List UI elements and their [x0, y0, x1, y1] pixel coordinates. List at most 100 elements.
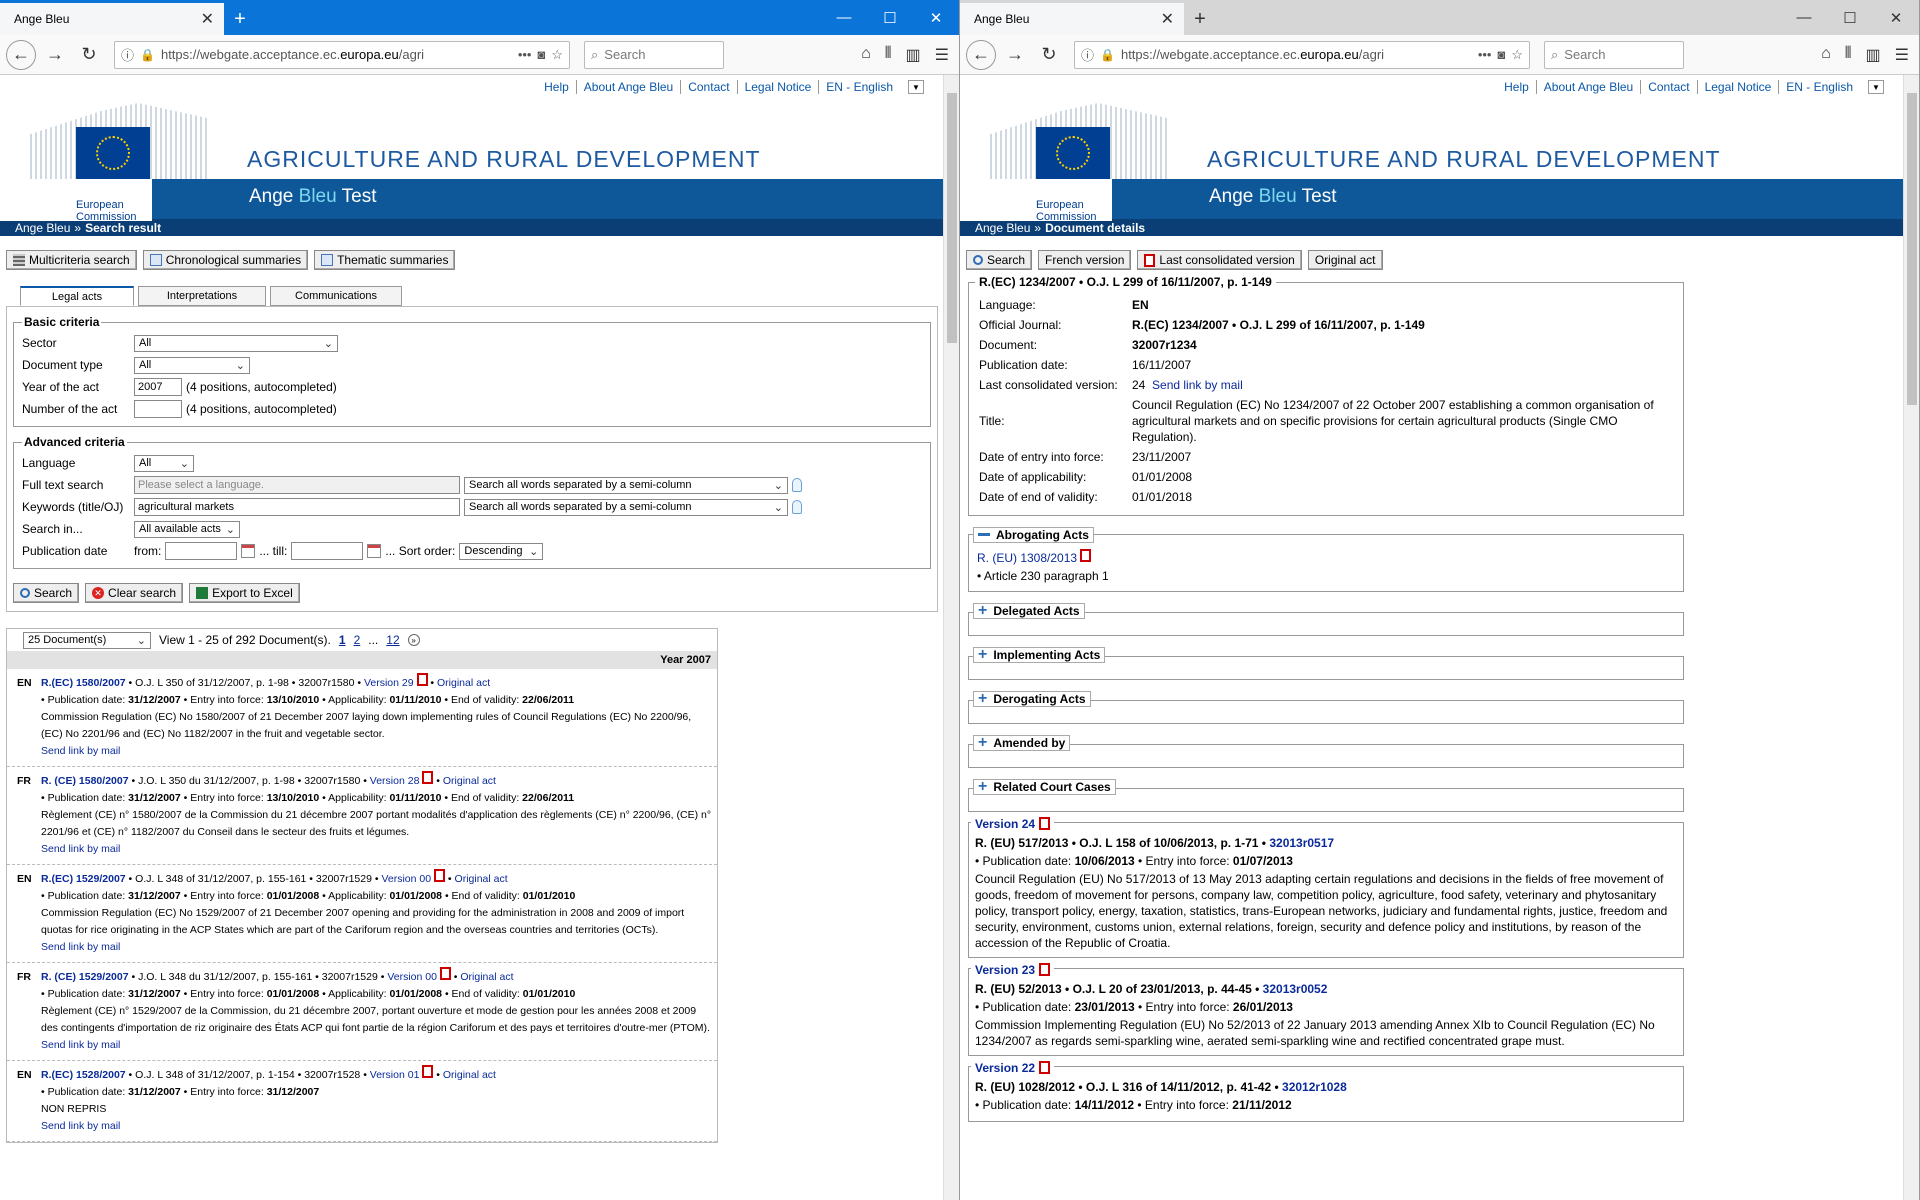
breadcrumb-home[interactable]: Ange Bleu — [15, 221, 70, 235]
close-tab-icon[interactable]: ✕ — [1161, 9, 1174, 29]
document-type-select[interactable]: All — [134, 356, 250, 374]
info-icon[interactable]: ⓘ — [1081, 45, 1094, 64]
forward-icon[interactable]: → — [40, 40, 70, 70]
result-original-act-link[interactable]: Original act — [460, 971, 513, 983]
section-toggle[interactable]: + Implementing Acts — [973, 646, 1106, 663]
pdf-icon[interactable] — [1080, 548, 1092, 562]
keywords-mode-select[interactable]: Search all words separated by a semi-col… — [464, 498, 788, 516]
minimize-icon[interactable]: — — [1781, 0, 1827, 35]
pdf-icon[interactable] — [422, 771, 434, 784]
language-dropdown-icon[interactable]: ▼ — [908, 80, 924, 94]
library-icon[interactable]: ⫴ — [885, 45, 892, 65]
result-version-link[interactable]: Version 29 — [364, 677, 414, 689]
vertical-scrollbar[interactable] — [1903, 75, 1919, 1200]
legal-notice-link[interactable]: Legal Notice — [1696, 80, 1779, 94]
close-window-icon[interactable]: ✕ — [913, 0, 959, 35]
contact-link[interactable]: Contact — [1640, 80, 1696, 94]
result-reference-link[interactable]: R.(EC) 1580/2007 — [41, 677, 126, 689]
search-box[interactable]: ⌕ Search — [584, 40, 724, 69]
language-dropdown-icon[interactable]: ▼ — [1868, 80, 1884, 94]
section-toggle[interactable]: + Derogating Acts — [973, 690, 1091, 707]
send-link-by-mail[interactable]: Send link by mail — [1152, 378, 1243, 392]
pdf-icon[interactable] — [1039, 963, 1051, 976]
hint-bulb-icon[interactable] — [792, 478, 802, 492]
full-text-mode-select[interactable]: Search all words separated by a semi-col… — [464, 476, 788, 494]
clear-search-button[interactable]: ✕ Clear search — [85, 583, 184, 603]
version-link[interactable]: Version 23 — [975, 962, 1035, 978]
browser-tab[interactable]: Ange Bleu ✕ — [960, 3, 1184, 35]
sort-order-select[interactable]: Descending — [459, 542, 544, 560]
menu-icon[interactable]: ☰ — [1895, 45, 1909, 65]
about-link[interactable]: About Ange Bleu — [575, 80, 680, 94]
tab-communications[interactable]: Communications — [270, 286, 402, 306]
export-excel-button[interactable]: Export to Excel — [189, 583, 300, 603]
french-version-button[interactable]: French version — [1038, 250, 1132, 270]
page-2-link[interactable]: 2 — [354, 633, 361, 647]
scrollbar-thumb[interactable] — [947, 93, 957, 343]
close-tab-icon[interactable]: ✕ — [201, 9, 214, 29]
pdf-icon[interactable] — [416, 673, 428, 686]
legal-notice-link[interactable]: Legal Notice — [736, 80, 819, 94]
version-link[interactable]: Version 22 — [975, 1060, 1035, 1076]
original-act-button[interactable]: Original act — [1307, 250, 1383, 270]
breadcrumb-home[interactable]: Ange Bleu — [975, 221, 1030, 235]
close-window-icon[interactable]: ✕ — [1873, 0, 1919, 35]
language-select[interactable]: All — [134, 454, 194, 472]
full-text-input[interactable]: Please select a language. — [134, 476, 460, 494]
number-input[interactable] — [134, 400, 182, 418]
result-version-link[interactable]: Version 01 — [370, 1069, 420, 1081]
result-send-link[interactable]: Send link by mail — [41, 1039, 120, 1051]
celex-link[interactable]: 32013r0052 — [1263, 982, 1328, 996]
url-bar[interactable]: ⓘ 🔒 https://webgate.acceptance.ec.europa… — [1074, 40, 1530, 69]
pdf-icon[interactable] — [1039, 1061, 1051, 1074]
year-input[interactable]: 2007 — [134, 378, 182, 396]
result-send-link[interactable]: Send link by mail — [41, 745, 120, 757]
per-page-select[interactable]: 25 Document(s) — [23, 631, 151, 649]
version-link[interactable]: Version 24 — [975, 816, 1035, 832]
bookmark-star-icon[interactable]: ☆ — [551, 47, 563, 63]
bookmark-star-icon[interactable]: ☆ — [1511, 47, 1523, 63]
page-1-link[interactable]: 1 — [339, 633, 346, 647]
hint-bulb-icon[interactable] — [792, 500, 802, 514]
date-from-input[interactable] — [165, 542, 238, 560]
section-toggle[interactable]: + Related Court Cases — [973, 778, 1116, 795]
result-send-link[interactable]: Send link by mail — [41, 1120, 120, 1132]
result-version-link[interactable]: Version 28 — [370, 775, 420, 787]
section-toggle[interactable]: + Amended by — [973, 734, 1071, 751]
menu-icon[interactable]: ☰ — [935, 45, 949, 65]
result-original-act-link[interactable]: Original act — [443, 1069, 496, 1081]
forward-icon[interactable]: → — [1000, 40, 1030, 70]
result-reference-link[interactable]: R. (CE) 1529/2007 — [41, 971, 129, 983]
page-actions-icon[interactable]: ••• — [1478, 47, 1492, 62]
search-button[interactable]: Search — [13, 583, 80, 603]
pdf-icon[interactable] — [439, 967, 451, 980]
sector-select[interactable]: All — [134, 334, 338, 352]
maximize-icon[interactable]: ☐ — [1827, 0, 1873, 35]
back-icon[interactable]: ← — [966, 39, 996, 70]
next-page-icon[interactable]: » — [407, 634, 420, 646]
abrogating-acts-toggle[interactable]: Abrogating Acts — [973, 526, 1094, 543]
pocket-icon[interactable]: ◙ — [537, 47, 545, 62]
sidebar-icon[interactable]: ▥ — [1866, 45, 1881, 65]
home-icon[interactable]: ⌂ — [861, 45, 871, 65]
date-till-input[interactable] — [291, 542, 364, 560]
page-actions-icon[interactable]: ••• — [518, 47, 532, 62]
abrogating-act-link[interactable]: R. (EU) 1308/2013 — [977, 551, 1077, 565]
pdf-icon[interactable] — [1039, 817, 1051, 830]
about-link[interactable]: About Ange Bleu — [1535, 80, 1640, 94]
help-link[interactable]: Help — [1497, 80, 1536, 94]
browser-tab[interactable]: Ange Bleu ✕ — [0, 3, 224, 35]
calendar-icon[interactable] — [367, 544, 382, 558]
reload-icon[interactable]: ↻ — [74, 40, 104, 70]
sidebar-icon[interactable]: ▥ — [906, 45, 921, 65]
section-toggle[interactable]: + Delegated Acts — [973, 602, 1085, 619]
result-send-link[interactable]: Send link by mail — [41, 843, 120, 855]
language-link[interactable]: EN - English — [818, 80, 900, 94]
tab-legal-acts[interactable]: Legal acts — [20, 286, 134, 306]
maximize-icon[interactable]: ☐ — [867, 0, 913, 35]
help-link[interactable]: Help — [537, 80, 576, 94]
search-button[interactable]: Search — [966, 250, 1033, 270]
result-original-act-link[interactable]: Original act — [437, 677, 490, 689]
page-12-link[interactable]: 12 — [386, 633, 399, 647]
new-tab-icon[interactable]: + — [224, 3, 256, 35]
